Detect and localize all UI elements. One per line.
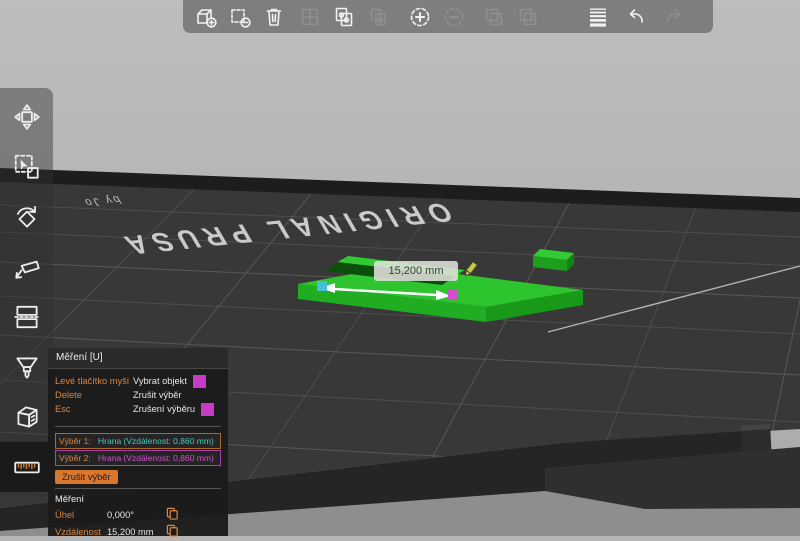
selection-1-value: Hrana (Vzdálenost: 0,860 mm) [98, 436, 214, 446]
paste-button[interactable] [361, 2, 395, 32]
cut-tool-button[interactable] [0, 292, 53, 342]
undo-icon [624, 5, 648, 29]
delete-all-button[interactable] [257, 2, 291, 32]
gizmo-toolbar [0, 88, 53, 496]
redo-icon [662, 5, 686, 29]
reset-selection-button[interactable]: Zrušit výběr [55, 470, 118, 484]
measure-panel-title: Měření [U] [48, 348, 228, 369]
move-icon [12, 102, 42, 132]
undo-button[interactable] [619, 2, 653, 32]
selection-2-label: Výběr 2: [59, 453, 91, 463]
split-objects-icon: O [482, 5, 506, 29]
result-label: Úhel [55, 510, 107, 520]
hint-key: Esc [55, 404, 133, 414]
seam-tool-button[interactable] [0, 392, 53, 442]
hint-row-esc: Esc Zrušení výběru [55, 402, 221, 416]
add-object-button[interactable] [189, 2, 223, 32]
measurement-value-label[interactable]: 15,200 mm [374, 261, 458, 281]
selection-marker-end[interactable] [448, 290, 458, 300]
cut-icon [12, 302, 42, 332]
move-tool-button[interactable] [0, 92, 53, 142]
result-row-angle: Úhel 0,000° [55, 506, 221, 523]
scale-icon [12, 152, 42, 182]
place-on-face-tool-button[interactable] [0, 242, 53, 292]
hint-key: Delete [55, 390, 133, 400]
hint-row-delete: Delete Zrušit výběr [55, 388, 221, 402]
paint-brush-icon [12, 352, 42, 382]
result-value: 0,000° [107, 510, 165, 520]
copy-button[interactable] [327, 2, 361, 32]
hint-action: Vybrat objekt [133, 376, 187, 386]
delete-object-button[interactable] [223, 2, 257, 32]
add-instance-icon [408, 5, 432, 29]
scale-tool-button[interactable] [0, 142, 53, 192]
selection-1-row: Výběr 1: Hrana (Vzdálenost: 0,860 mm) [55, 433, 221, 449]
trash-icon [262, 5, 286, 29]
divider [55, 426, 221, 427]
result-value: 15,200 mm [107, 527, 165, 537]
result-label: Vzdálenost [55, 527, 107, 537]
arrange-icon [298, 5, 322, 29]
hint-action: Zrušit výběr [133, 390, 182, 400]
split-parts-icon: P [516, 5, 540, 29]
place-on-face-icon [12, 252, 42, 282]
measure-tool-button[interactable] [0, 442, 53, 492]
split-to-objects-button[interactable]: O [477, 2, 511, 32]
top-toolbar: O P [183, 0, 713, 33]
copy-distance-button[interactable] [165, 524, 180, 539]
variable-layer-height-button[interactable] [581, 2, 615, 32]
svg-text:O: O [496, 15, 502, 24]
remove-selection-icon [228, 5, 252, 29]
copy-icon [332, 5, 356, 29]
measure-panel: Měření [U] Levé tlačítko myši Vybrat obj… [48, 348, 228, 536]
layer-height-icon [586, 5, 610, 29]
add-instance-button[interactable] [403, 2, 437, 32]
arrange-button[interactable] [293, 2, 327, 32]
selection-2-row: Výběr 2: Hrana (Vzdálenost: 0,860 mm) [55, 450, 221, 466]
selection-color-swatch [193, 375, 206, 388]
hint-row-select: Levé tlačítko myši Vybrat objekt [55, 374, 221, 388]
split-to-parts-button[interactable]: P [511, 2, 545, 32]
redo-button[interactable] [657, 2, 691, 32]
selection-color-swatch [201, 403, 214, 416]
copy-value-icon [166, 524, 179, 537]
paint-supports-tool-button[interactable] [0, 342, 53, 392]
copy-angle-button[interactable] [165, 507, 180, 522]
result-row-distance: Vzdálenost 15,200 mm [55, 523, 221, 540]
seam-cube-icon [12, 402, 42, 432]
measure-section-title: Měření [55, 492, 221, 506]
measure-ruler-icon [12, 452, 42, 482]
selection-marker-start[interactable] [317, 281, 327, 291]
hint-action: Zrušení výběru [133, 404, 195, 414]
edit-measurement-icon[interactable] [461, 259, 481, 279]
hint-key: Levé tlačítko myši [55, 376, 133, 386]
svg-text:P: P [530, 15, 535, 24]
selection-1-label: Výběr 1: [59, 436, 91, 446]
add-cube-icon [194, 5, 218, 29]
rotate-icon [12, 202, 42, 232]
copy-value-icon [166, 507, 179, 520]
remove-instance-button[interactable] [437, 2, 471, 32]
rotate-tool-button[interactable] [0, 192, 53, 242]
paste-icon [366, 5, 390, 29]
selection-2-value: Hrana (Vzdálenost: 0,860 mm) [98, 453, 214, 463]
remove-instance-icon [442, 5, 466, 29]
divider [55, 488, 221, 489]
